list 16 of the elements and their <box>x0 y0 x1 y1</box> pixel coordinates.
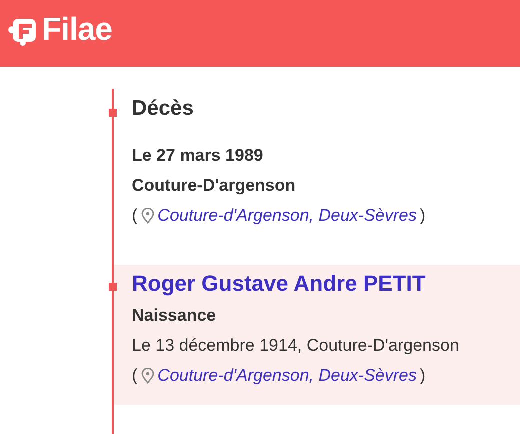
timeline-marker <box>109 283 117 291</box>
person-link[interactable]: Roger Gustave Andre PETIT <box>132 271 510 297</box>
place-link[interactable]: Couture-d'Argenson, Deux-Sèvres <box>158 361 417 391</box>
parenthesis: ) <box>420 205 426 227</box>
event-title: Décès <box>132 97 195 121</box>
parenthesis: ( <box>132 205 138 227</box>
parenthesis: ) <box>420 365 426 387</box>
location-pin-icon <box>140 208 155 224</box>
place-link[interactable]: Couture-d'Argenson, Deux-Sèvres <box>158 201 417 231</box>
parenthesis: ( <box>132 365 138 387</box>
location-pin-icon <box>140 368 155 384</box>
detail-text: Le 27 mars 1989 <box>132 145 264 167</box>
detail-text: Naissance <box>132 305 218 327</box>
detail-text: Couture-D'argenson <box>132 175 297 197</box>
timeline-marker <box>109 109 117 117</box>
detail-text: Le 13 décembre 1914, Couture-D'argenson <box>132 335 460 357</box>
